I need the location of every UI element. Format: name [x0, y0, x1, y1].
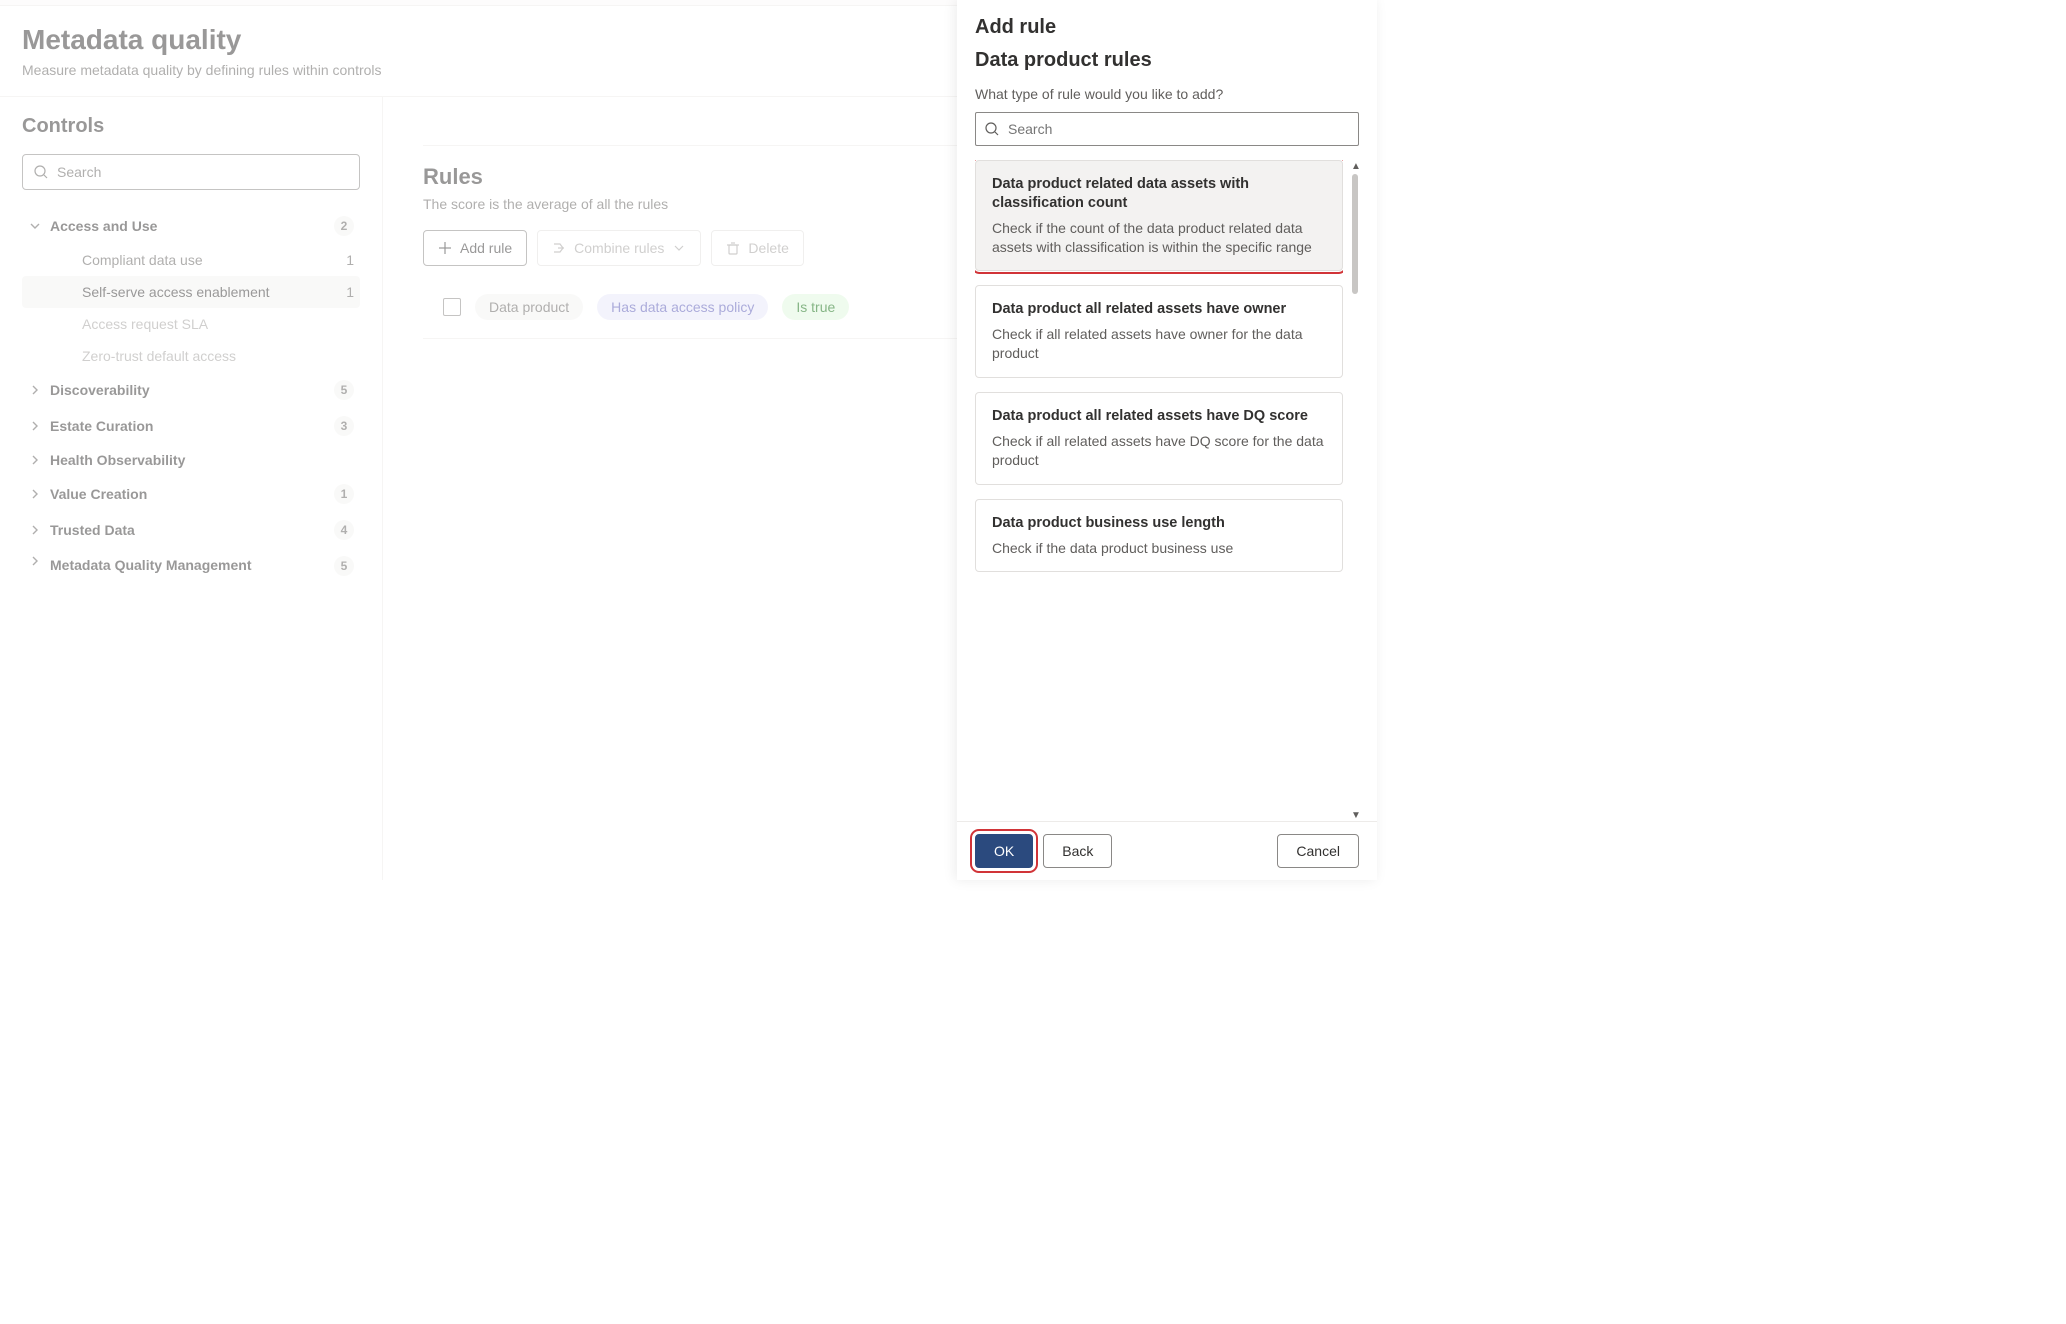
combine-rules-button[interactable]: Combine rules [537, 230, 701, 266]
count-badge: 1 [346, 252, 354, 268]
count-badge: 4 [334, 520, 354, 540]
chevron-down-icon [672, 241, 686, 255]
tree-group-access-and-use[interactable]: Access and Use2 [22, 208, 360, 244]
trash-icon [726, 241, 740, 255]
rule-option-title: Data product all related assets have own… [992, 300, 1326, 319]
cancel-button[interactable]: Cancel [1277, 834, 1359, 868]
plus-icon [438, 241, 452, 255]
rule-option-desc: Check if the data product business use [992, 539, 1326, 558]
tree-group-trusted-data[interactable]: Trusted Data4 [22, 512, 360, 548]
panel-footer: OK Back Cancel [957, 821, 1377, 880]
rule-option-card[interactable]: Data product related data assets with cl… [975, 160, 1343, 271]
count-badge: 1 [346, 284, 354, 300]
tree-group-health-observability[interactable]: Health Observability [22, 444, 360, 476]
tree-group-label: Metadata Quality Management [50, 556, 334, 575]
tree-group-label: Estate Curation [50, 418, 334, 434]
controls-search-input[interactable] [57, 164, 349, 180]
tree-group-discoverability[interactable]: Discoverability5 [22, 372, 360, 408]
tree-child-label: Compliant data use [82, 252, 346, 268]
scroll-down-arrow-icon[interactable]: ▼ [1350, 809, 1362, 821]
controls-sidebar: Controls Access and Use2Compliant data u… [0, 97, 383, 880]
tree-group-label: Trusted Data [50, 522, 334, 538]
add-rule-label: Add rule [460, 240, 512, 256]
combine-icon [552, 241, 566, 255]
tree-child-label: Access request SLA [82, 316, 354, 332]
tree-child-label: Self-serve access enablement [82, 284, 346, 300]
tree-child-label: Zero-trust default access [82, 348, 354, 364]
controls-search[interactable] [22, 154, 360, 190]
rule-option-card[interactable]: Data product all related assets have own… [975, 285, 1343, 378]
count-badge: 3 [334, 416, 354, 436]
tree-group-label: Access and Use [50, 218, 334, 234]
chevron-right-icon [28, 421, 42, 431]
chevron-right-icon [28, 455, 42, 465]
tree-child-compliant-data-use[interactable]: Compliant data use1 [22, 244, 360, 276]
pill-data-product: Data product [475, 294, 583, 320]
tree-child-zero-trust-default-access: Zero-trust default access [22, 340, 360, 372]
delete-button[interactable]: Delete [711, 230, 803, 266]
tree-group-label: Value Creation [50, 486, 334, 502]
tree-group-label: Discoverability [50, 382, 334, 398]
rule-option-desc: Check if the count of the data product r… [992, 219, 1326, 257]
delete-label: Delete [748, 240, 788, 256]
search-icon [33, 164, 49, 180]
scrollbar-thumb[interactable] [1352, 174, 1358, 294]
rule-checkbox[interactable] [443, 298, 461, 316]
rule-options-wrap: ▲ ▼ Data product related data assets wit… [975, 160, 1359, 821]
chevron-right-icon [28, 525, 42, 535]
count-badge: 5 [334, 556, 354, 576]
footer-spacer [1122, 834, 1267, 868]
app-root: Metadata quality Measure metadata qualit… [0, 0, 1377, 880]
rule-option-desc: Check if all related assets have DQ scor… [992, 432, 1326, 470]
chevron-down-icon [28, 221, 42, 231]
count-badge: 1 [334, 484, 354, 504]
add-rule-button[interactable]: Add rule [423, 230, 527, 266]
rule-option-title: Data product business use length [992, 514, 1326, 533]
panel-content: Add rule Data product rules What type of… [957, 0, 1377, 821]
rule-option-title: Data product all related assets have DQ … [992, 407, 1326, 426]
ok-button[interactable]: OK [975, 834, 1033, 868]
search-icon [984, 121, 1000, 137]
rule-option-desc: Check if all related assets have owner f… [992, 325, 1326, 363]
tree-child-access-request-sla: Access request SLA [22, 308, 360, 340]
pill-is-true: Is true [782, 294, 849, 320]
controls-tree: Access and Use2Compliant data use1Self-s… [22, 208, 360, 584]
add-rule-panel: Add rule Data product rules What type of… [957, 0, 1377, 880]
combine-rules-label: Combine rules [574, 240, 664, 256]
panel-question: What type of rule would you like to add? [975, 86, 1359, 102]
panel-subtitle: Data product rules [975, 49, 1359, 72]
controls-title: Controls [22, 115, 360, 138]
chevron-right-icon [28, 556, 42, 566]
rule-option-card[interactable]: Data product business use length Check if… [975, 499, 1343, 573]
tree-group-value-creation[interactable]: Value Creation1 [22, 476, 360, 512]
pill-has-policy: Has data access policy [597, 294, 768, 320]
rule-option-title: Data product related data assets with cl… [992, 175, 1326, 213]
chevron-right-icon [28, 489, 42, 499]
panel-search-input[interactable] [1008, 121, 1350, 137]
chevron-right-icon [28, 385, 42, 395]
back-button[interactable]: Back [1043, 834, 1112, 868]
tree-group-estate-curation[interactable]: Estate Curation3 [22, 408, 360, 444]
count-badge: 5 [334, 380, 354, 400]
panel-search[interactable] [975, 112, 1359, 146]
tree-group-label: Health Observability [50, 452, 354, 468]
rule-options-list: Data product related data assets with cl… [975, 160, 1343, 821]
scroll-up-arrow-icon[interactable]: ▲ [1350, 160, 1362, 172]
panel-title: Add rule [975, 16, 1359, 39]
count-badge: 2 [334, 216, 354, 236]
tree-group-metadata-quality-management[interactable]: Metadata Quality Management5 [22, 548, 360, 584]
scrollbar-track[interactable] [1354, 174, 1358, 807]
rule-option-card[interactable]: Data product all related assets have DQ … [975, 392, 1343, 485]
tree-child-self-serve-access-enablement[interactable]: Self-serve access enablement1 [22, 276, 360, 308]
